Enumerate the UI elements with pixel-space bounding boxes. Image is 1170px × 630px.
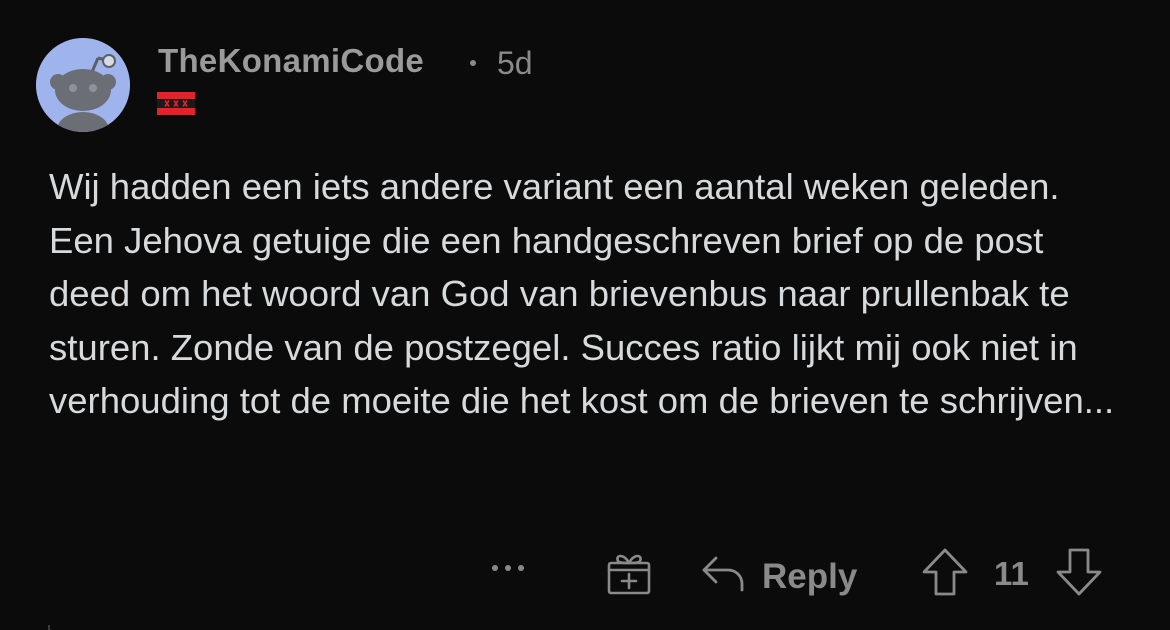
comment-age: 5d — [497, 45, 533, 81]
more-dots-icon[interactable] — [490, 562, 526, 574]
separator-dot — [470, 60, 476, 66]
comment-card: TheKonamiCode 5d Wij hadden een iets and… — [0, 0, 1170, 630]
upvote-arrow-icon[interactable] — [921, 547, 969, 597]
downvote-arrow-icon[interactable] — [1055, 547, 1103, 597]
comment-action-bar: Reply 11 — [0, 540, 1170, 610]
amsterdam-flag-icon — [157, 92, 195, 115]
thread-line — [48, 625, 50, 630]
reply-arrow-icon — [702, 556, 744, 592]
reddit-snoo-avatar-icon — [36, 38, 130, 132]
vote-score: 11 — [994, 555, 1029, 592]
reply-label: Reply — [762, 557, 858, 596]
user-flair — [157, 92, 195, 115]
comment-body: Wij hadden een iets andere variant een a… — [49, 166, 1115, 421]
gift-award-icon[interactable] — [606, 549, 652, 595]
comment-author[interactable]: TheKonamiCode — [158, 42, 424, 80]
avatar[interactable] — [36, 38, 130, 132]
